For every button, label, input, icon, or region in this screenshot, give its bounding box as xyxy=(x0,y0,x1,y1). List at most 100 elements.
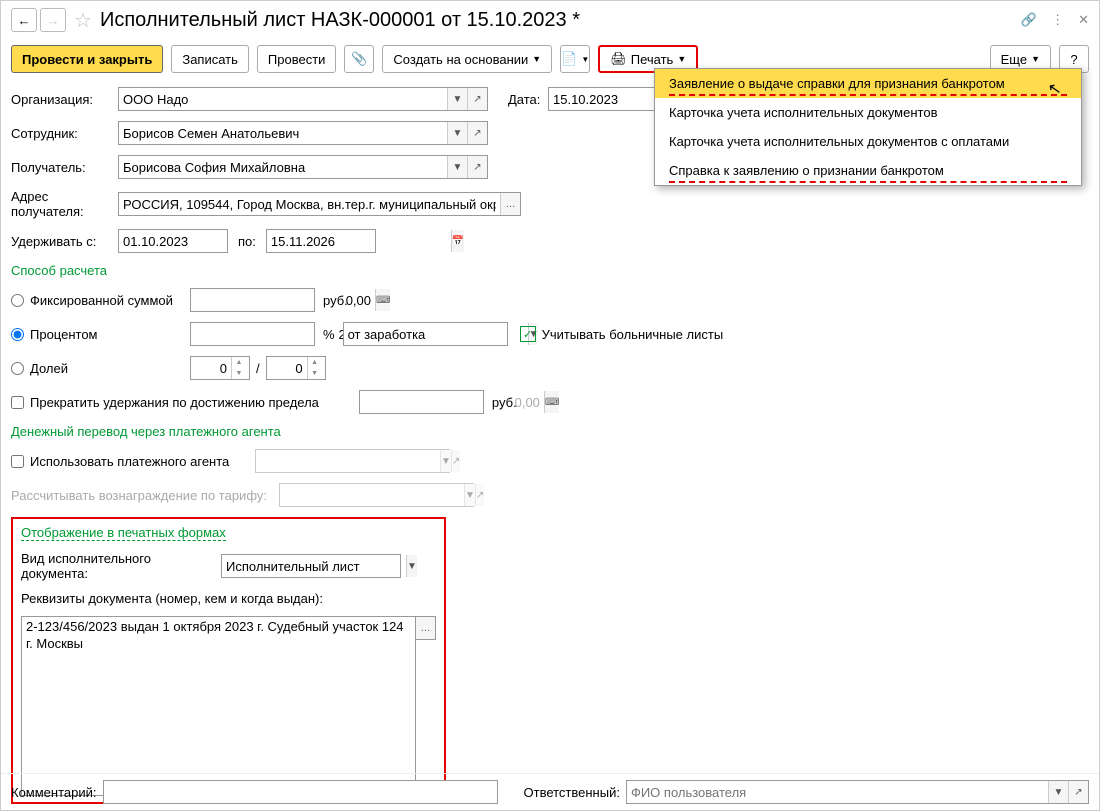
rub-label: руб. xyxy=(323,293,348,308)
attach-button[interactable]: 📎 xyxy=(344,45,374,73)
hold-to-field[interactable]: 📅 xyxy=(266,229,376,253)
ellipsis-icon[interactable]: … xyxy=(416,616,436,640)
checkbox-checked-icon[interactable]: ✓ xyxy=(520,326,536,342)
stop-amount-field[interactable]: ⌨ xyxy=(359,390,484,414)
favorite-icon[interactable]: ☆ xyxy=(74,8,92,33)
percent-radio[interactable] xyxy=(11,328,24,341)
agent-input xyxy=(256,450,440,472)
stop-checkbox[interactable] xyxy=(11,396,24,409)
addr-label: Адрес получателя: xyxy=(11,189,118,219)
recip-input[interactable] xyxy=(119,156,447,178)
share-den-field[interactable]: ▲▼ xyxy=(266,356,326,380)
dropdown-icon: ▼ xyxy=(464,484,475,506)
close-icon[interactable]: ✕ xyxy=(1078,12,1089,28)
open-icon: ↗ xyxy=(451,450,460,472)
doc-type-input[interactable] xyxy=(222,555,406,577)
dropdown-icon[interactable]: ▼ xyxy=(447,122,467,144)
agent-label: Использовать платежного агента xyxy=(30,454,255,469)
fixed-radio[interactable] xyxy=(11,294,24,307)
tariff-field: ▼ ↗ xyxy=(279,483,474,507)
print-forms-header[interactable]: Отображение в печатных формах xyxy=(21,525,226,541)
template-button[interactable]: 📄▼ xyxy=(560,45,590,73)
nav-forward-button[interactable]: → xyxy=(40,8,66,32)
up-icon[interactable]: ▲ xyxy=(232,357,246,368)
hold-to-label: по: xyxy=(238,234,256,249)
emp-input[interactable] xyxy=(119,122,447,144)
comment-input[interactable] xyxy=(104,781,497,803)
tariff-input xyxy=(280,484,464,506)
percent-field[interactable]: ⌨ xyxy=(190,322,315,346)
down-icon[interactable]: ▼ xyxy=(232,368,246,379)
post-close-button[interactable]: Провести и закрыть xyxy=(11,45,163,73)
write-button[interactable]: Записать xyxy=(171,45,249,73)
calc-header: Способ расчета xyxy=(11,263,107,278)
recip-field[interactable]: ▼ ↗ xyxy=(118,155,488,179)
share-den-input[interactable] xyxy=(267,357,307,379)
sick-label: Учитывать больничные листы xyxy=(542,327,724,342)
share-num-input[interactable] xyxy=(191,357,231,379)
dropdown-icon[interactable]: ▼ xyxy=(1048,781,1068,803)
open-icon[interactable]: ↗ xyxy=(467,88,487,110)
emp-label: Сотрудник: xyxy=(11,126,118,141)
open-icon[interactable]: ↗ xyxy=(467,156,487,178)
percent-label: Процентом xyxy=(30,327,190,342)
req-textarea[interactable]: 2-123/456/2023 выдан 1 октября 2023 г. С… xyxy=(21,616,416,796)
menu-item-bankrupt-ref[interactable]: Справка к заявлению о признании банкрото… xyxy=(655,156,1081,185)
calculator-icon[interactable]: ⌨ xyxy=(544,391,559,413)
open-icon[interactable]: ↗ xyxy=(467,122,487,144)
resp-label: Ответственный: xyxy=(524,785,620,800)
addr-input[interactable] xyxy=(119,193,500,215)
hold-label: Удерживать с: xyxy=(11,234,118,249)
percent-from-input[interactable] xyxy=(344,323,528,345)
stop-label: Прекратить удержания по достижению преде… xyxy=(30,395,319,410)
share-radio[interactable] xyxy=(11,362,24,375)
menu-item-card[interactable]: Карточка учета исполнительных документов xyxy=(655,98,1081,127)
create-from-button[interactable]: Создать на основании ▼ xyxy=(382,45,552,73)
org-field[interactable]: ▼ ↗ xyxy=(118,87,488,111)
down-icon[interactable]: ▼ xyxy=(308,368,322,379)
hold-to-input[interactable] xyxy=(267,230,451,252)
calendar-icon[interactable]: 📅 xyxy=(451,230,464,252)
nav-back-button[interactable]: ← xyxy=(11,8,37,32)
resp-input[interactable] xyxy=(627,781,1048,803)
more-icon[interactable]: ⋮ xyxy=(1051,12,1064,28)
print-label: Печать xyxy=(631,52,674,67)
menu-item-label: Карточка учета исполнительных документов xyxy=(669,105,937,120)
share-num-field[interactable]: ▲▼ xyxy=(190,356,250,380)
paperclip-icon: 📎 xyxy=(351,51,367,67)
slash: / xyxy=(256,361,260,376)
header: ← → ☆ Исполнительный лист НАЗК-000001 от… xyxy=(1,1,1099,39)
dropdown-icon[interactable]: ▼ xyxy=(447,156,467,178)
dropdown-icon[interactable]: ▼ xyxy=(406,555,417,577)
more-label: Еще xyxy=(1001,52,1027,67)
page-title: Исполнительный лист НАЗК-000001 от 15.10… xyxy=(100,9,1021,32)
chevron-down-icon: ▼ xyxy=(1031,54,1040,64)
print-forms-box: Отображение в печатных формах Вид исполн… xyxy=(11,517,446,804)
dropdown-icon: ▼ xyxy=(440,450,451,472)
doc-type-label: Вид исполнительного документа: xyxy=(21,551,221,581)
percent-from-field[interactable]: ▼ xyxy=(343,322,508,346)
menu-item-bankrupt-statement[interactable]: Заявление о выдаче справки для признания… xyxy=(655,69,1081,98)
resp-field[interactable]: ▼ ↗ xyxy=(626,780,1089,804)
menu-item-card-payments[interactable]: Карточка учета исполнительных документов… xyxy=(655,127,1081,156)
link-icon[interactable]: 🔗 xyxy=(1021,12,1037,28)
calculator-icon[interactable]: ⌨ xyxy=(375,289,390,311)
sick-checkbox-wrap[interactable]: ✓ Учитывать больничные листы xyxy=(520,326,724,342)
doc-type-field[interactable]: ▼ xyxy=(221,554,401,578)
open-icon[interactable]: ↗ xyxy=(1068,781,1088,803)
addr-field[interactable]: … xyxy=(118,192,521,216)
print-menu: Заявление о выдаче справки для признания… xyxy=(654,68,1082,186)
up-icon[interactable]: ▲ xyxy=(308,357,322,368)
post-button[interactable]: Провести xyxy=(257,45,337,73)
form-area: Организация: ▼ ↗ Дата: 📅 Сотрудник: ▼ ↗ … xyxy=(1,79,1099,812)
req-label: Реквизиты документа (номер, кем и когда … xyxy=(21,591,323,606)
comment-field[interactable] xyxy=(103,780,498,804)
dropdown-icon[interactable]: ▼ xyxy=(447,88,467,110)
share-label: Долей xyxy=(30,361,190,376)
fixed-amount-field[interactable]: ⌨ xyxy=(190,288,315,312)
agent-checkbox[interactable] xyxy=(11,455,24,468)
emp-field[interactable]: ▼ ↗ xyxy=(118,121,488,145)
hold-from-field[interactable]: 📅 xyxy=(118,229,228,253)
org-input[interactable] xyxy=(119,88,447,110)
ellipsis-icon[interactable]: … xyxy=(500,193,520,215)
